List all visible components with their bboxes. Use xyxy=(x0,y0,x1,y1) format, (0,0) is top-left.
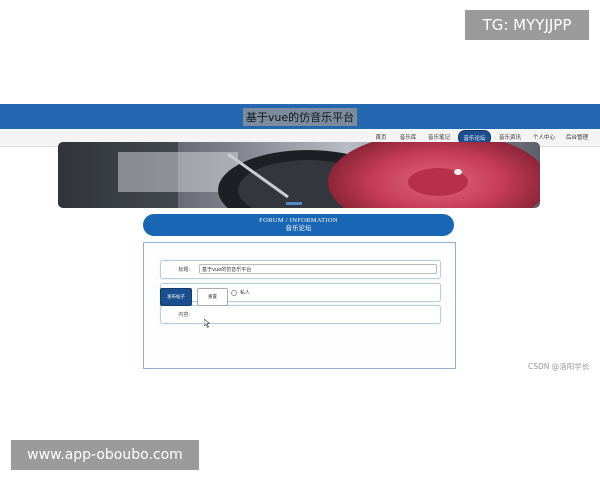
forum-header: FORUM / INFORMATION 音乐论坛 xyxy=(143,214,454,236)
tg-badge: TG: MYYJJPP xyxy=(465,10,589,40)
title-bar: 基于vue的仿音乐平台 xyxy=(0,104,600,129)
nav-item-admin[interactable]: 后台管理 xyxy=(563,131,591,143)
app-screenshot: 基于vue的仿音乐平台 首页 音乐库 音乐笔记 音乐论坛 音乐资讯 个人中心 后… xyxy=(0,104,600,374)
title-input[interactable]: 基于vue的仿音乐平台 xyxy=(199,264,437,274)
title-row: 标题: 基于vue的仿音乐平台 xyxy=(160,260,441,279)
forum-title-cn: 音乐论坛 xyxy=(285,225,312,232)
submit-post-button[interactable]: 发布帖子 xyxy=(160,288,192,306)
site-title: 基于vue的仿音乐平台 xyxy=(242,107,358,126)
reset-button[interactable]: 重置 xyxy=(197,288,228,306)
csdn-watermark: CSDN @洛阳学长 xyxy=(528,362,590,371)
radio-private[interactable] xyxy=(231,289,238,296)
mouse-cursor-icon xyxy=(204,319,210,328)
content-input[interactable] xyxy=(199,309,437,319)
radio-private-label: 私人 xyxy=(240,290,251,296)
banner-image xyxy=(58,142,540,208)
turntable-image xyxy=(58,142,540,208)
title-label: 标题: xyxy=(178,267,190,273)
content-label: 内容: xyxy=(178,312,190,318)
content-row: 内容: xyxy=(160,305,441,324)
url-badge: www.app-oboubo.com xyxy=(11,440,199,470)
forum-title-en: FORUM / INFORMATION xyxy=(259,217,338,224)
